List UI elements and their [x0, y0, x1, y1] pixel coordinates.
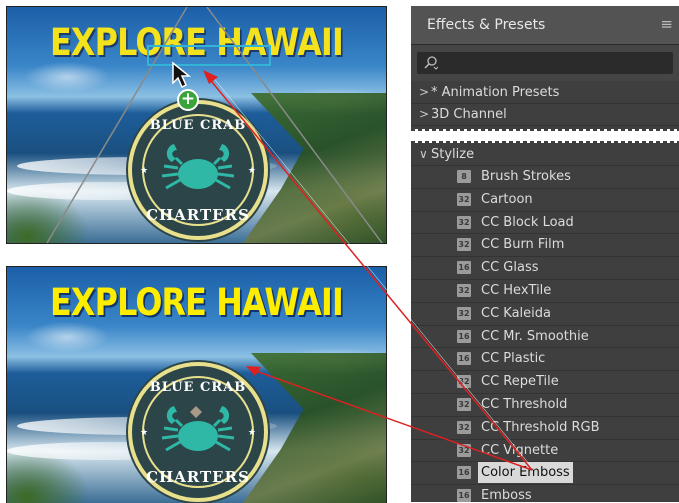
layer-bounding-box[interactable] [147, 45, 271, 66]
crab-logo-layer[interactable]: BLUE CRAB ★ ★ CHARTERS [128, 100, 268, 240]
effect-label: CC Burn Film [481, 237, 565, 253]
bit-depth-icon: 32 [457, 306, 471, 320]
chevron-down-icon[interactable]: ∨ [419, 144, 428, 165]
drop-plus-icon: + [177, 89, 199, 111]
group-label: Stylize [431, 147, 475, 162]
effect-item[interactable]: 8 Brush Strokes [411, 166, 679, 189]
logo-bottom-text: CHARTERS [146, 206, 250, 224]
effects-presets-panel: Effects & Presets ≡ > * Animation Preset… [411, 6, 679, 502]
bit-depth-icon: 16 [457, 261, 471, 275]
effect-item[interactable]: 16 CC Glass [411, 257, 679, 280]
logo-bottom-text: CHARTERS [146, 468, 250, 486]
effect-item[interactable]: 32 CC Threshold [411, 394, 679, 417]
effect-label: Emboss [481, 488, 532, 502]
star-icon: ★ [247, 166, 256, 176]
bit-depth-icon: 32 [457, 215, 471, 229]
effect-item[interactable]: 32 CC RepeTile [411, 371, 679, 394]
group-3d-channel[interactable]: > 3D Channel [411, 104, 679, 126]
effect-label: CC Threshold RGB [481, 419, 600, 435]
panel-title: Effects & Presets [427, 17, 546, 33]
crab-logo-layer[interactable]: BLUE CRAB ★ ★ CHARTERS [128, 362, 268, 502]
effect-label: CC RepeTile [481, 374, 559, 390]
bit-depth-icon: 16 [457, 466, 471, 480]
crab-icon [161, 406, 235, 452]
search-icon[interactable] [424, 56, 438, 70]
bit-depth-icon: 8 [457, 170, 471, 183]
effect-label: Cartoon [481, 191, 533, 207]
bit-depth-icon: 32 [457, 375, 471, 389]
effect-item[interactable]: 16 Emboss [411, 485, 679, 502]
comp-viewer-before[interactable]: EXPLORE HAWAII BLUE CRAB ★ ★ CHARTERS + [6, 6, 387, 244]
panel-header: Effects & Presets ≡ [411, 6, 679, 45]
bit-depth-icon: 32 [457, 192, 471, 206]
panel-tear-divider [411, 129, 679, 143]
bit-depth-icon: 16 [457, 329, 471, 343]
effect-item[interactable]: 32 CC HexTile [411, 280, 679, 303]
star-icon: ★ [140, 428, 149, 438]
bit-depth-icon: 32 [457, 398, 471, 411]
bit-depth-icon: 32 [457, 443, 471, 457]
star-icon: ★ [247, 428, 256, 438]
effect-label: CC Kaleida [481, 305, 551, 321]
search-input[interactable] [417, 52, 673, 74]
group-stylize[interactable]: ∨ Stylize [411, 144, 679, 166]
effect-label: Brush Strokes [481, 169, 571, 184]
bit-depth-icon: 16 [457, 352, 471, 366]
group-label: * Animation Presets [431, 85, 560, 100]
effect-item[interactable]: 32 CC Vignette [411, 440, 679, 463]
bit-depth-icon: 16 [457, 489, 471, 502]
effect-item[interactable]: 16 CC Mr. Smoothie [411, 326, 679, 349]
effect-item[interactable]: 32 CC Kaleida [411, 303, 679, 326]
headline-text-layer-embossed[interactable]: EXPLORE HAWAII [34, 281, 360, 324]
comp-viewer-after[interactable]: EXPLORE HAWAII BLUE CRAB ★ ★ CHARTERS [6, 266, 387, 503]
chevron-right-icon[interactable]: > [419, 82, 429, 103]
effect-item[interactable]: 16 CC Plastic [411, 348, 679, 372]
panel-menu-icon[interactable]: ≡ [660, 15, 673, 33]
effect-item[interactable]: 32 CC Block Load [411, 212, 679, 235]
star-icon: ★ [140, 166, 149, 176]
chevron-right-icon[interactable]: > [419, 104, 429, 125]
crab-icon [161, 144, 235, 190]
effect-label: Color Emboss [478, 462, 573, 484]
effect-label: CC Glass [481, 260, 539, 276]
logo-top-text: BLUE CRAB [149, 118, 247, 133]
group-label: 3D Channel [431, 107, 507, 122]
effect-label: CC Mr. Smoothie [481, 328, 589, 344]
effect-label: CC Plastic [481, 351, 546, 367]
bit-depth-icon: 32 [457, 284, 471, 297]
effect-label: CC Vignette [481, 442, 559, 458]
bit-depth-icon: 32 [457, 238, 471, 252]
effect-label: CC Block Load [481, 214, 574, 230]
effect-item[interactable]: 16 Color Emboss [411, 462, 679, 486]
search-row [411, 45, 679, 81]
effect-label: CC HexTile [481, 283, 552, 298]
arrow-cursor-icon [172, 61, 192, 89]
bit-depth-icon: 32 [457, 420, 471, 434]
effect-item[interactable]: 32 CC Burn Film [411, 234, 679, 258]
effect-item[interactable]: 32 Cartoon [411, 189, 679, 212]
effect-item[interactable]: 32 CC Threshold RGB [411, 417, 679, 440]
group-animation-presets[interactable]: > * Animation Presets [411, 82, 679, 104]
effect-label: CC Threshold [481, 397, 568, 412]
logo-top-text: BLUE CRAB [149, 380, 247, 395]
